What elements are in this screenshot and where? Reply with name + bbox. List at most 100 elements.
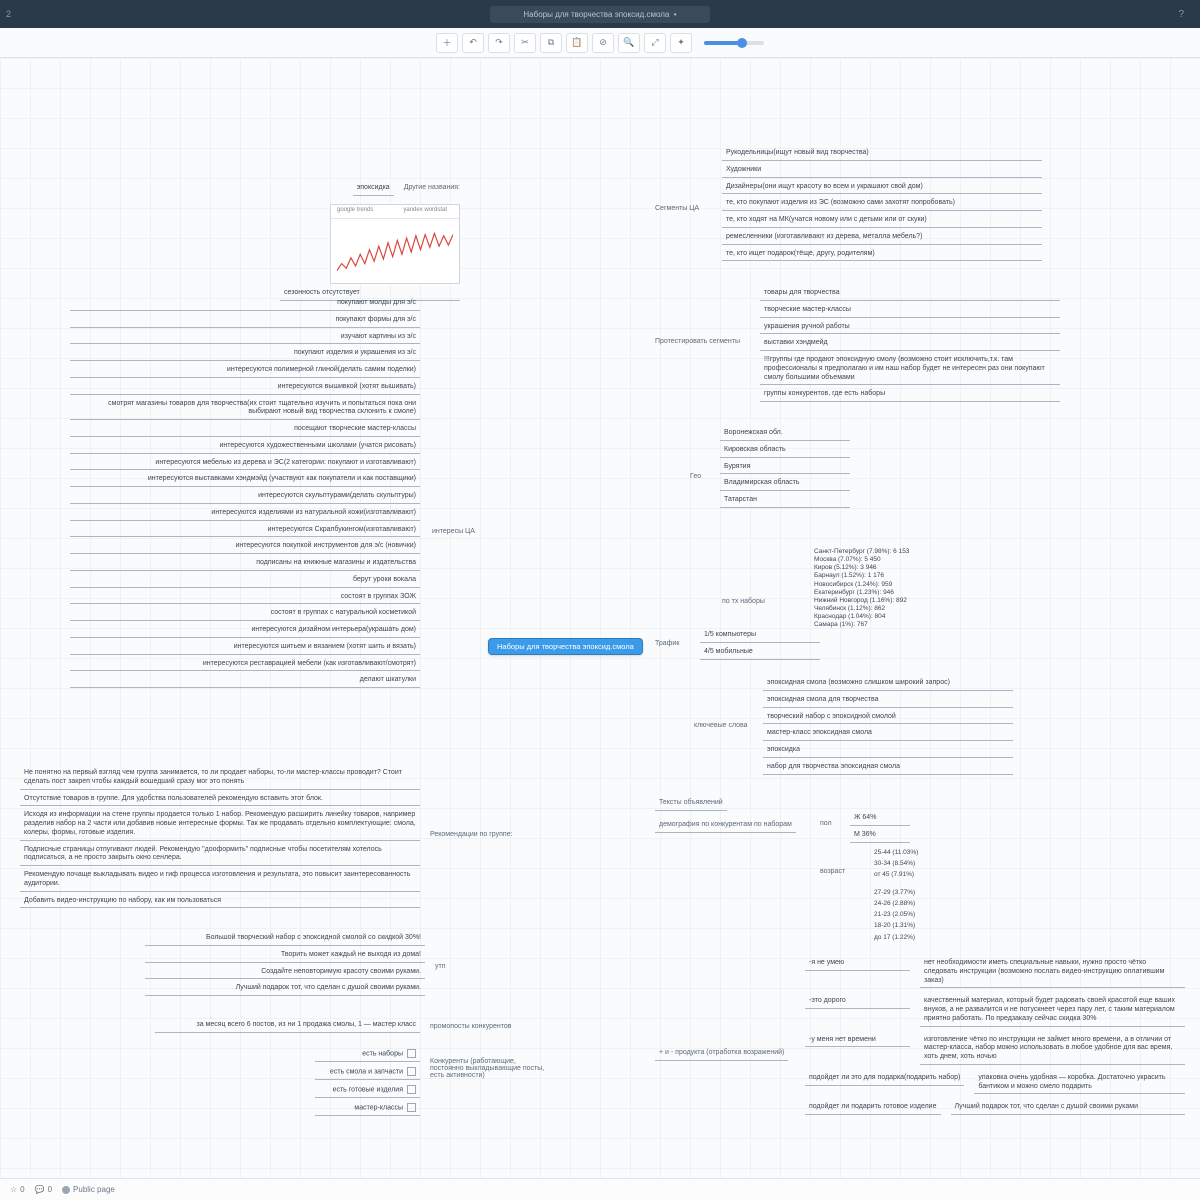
list-item[interactable]: Рукодельницы(ищут новый вид творчества) bbox=[722, 148, 1042, 161]
list-item[interactable]: до 17 (1.22%) bbox=[870, 933, 960, 944]
list-item[interactable]: интересуются мебелью из дерева и ЭС(2 ка… bbox=[70, 458, 420, 471]
list-item[interactable]: те, кто ходят на МК(учатся новому или с … bbox=[722, 215, 1042, 228]
list-item[interactable]: состоят в группах ЗОЖ bbox=[70, 592, 420, 605]
list-item[interactable]: делают шкатулки bbox=[70, 675, 420, 688]
list-item[interactable]: украшения ручной работы bbox=[760, 322, 1060, 335]
list-item[interactable]: Большой творческий набор с эпоксидной см… bbox=[145, 933, 425, 946]
objection-value[interactable]: качественный материал, который будет рад… bbox=[920, 996, 1185, 1026]
list-item[interactable]: мастер-класс эпоксидная смола bbox=[763, 728, 1013, 741]
list-item[interactable]: Краснодар (1.04%): 804 bbox=[810, 613, 970, 621]
list-item[interactable]: интересуются художественными школами (уч… bbox=[70, 441, 420, 454]
zoom-slider[interactable] bbox=[704, 41, 764, 45]
list-item[interactable]: смотрят магазины товаров для творчества(… bbox=[70, 399, 420, 421]
list-item[interactable]: Киров (5.12%): 3 946 bbox=[810, 564, 970, 572]
ad-texts-label[interactable]: Тексты объявлений bbox=[655, 798, 727, 811]
list-item[interactable]: посещают творческие мастер-классы bbox=[70, 424, 420, 437]
list-item[interactable]: интересуются скульптурами(делать скульпт… bbox=[70, 491, 420, 504]
list-item[interactable]: Дизайнеры(они ищут красоту во всем и укр… bbox=[722, 182, 1042, 195]
list-item[interactable]: 4/5 мобильные bbox=[700, 647, 820, 660]
list-item[interactable]: интересуются реставрацией мебели (как из… bbox=[70, 659, 420, 672]
list-item[interactable]: интересуются выставками хэндмэйд (участв… bbox=[70, 474, 420, 487]
list-item[interactable]: Художники bbox=[722, 165, 1042, 178]
expand-button[interactable]: ⤢ bbox=[644, 33, 666, 53]
list-item[interactable]: творческий набор с эпоксидной смолой bbox=[763, 712, 1013, 725]
list-item[interactable]: покупают формы для э/с bbox=[70, 315, 420, 328]
list-item[interactable]: мастер-классы bbox=[315, 1102, 420, 1116]
list-item[interactable]: Новосибирск (1.24%): 959 bbox=[810, 581, 970, 589]
document-title-input[interactable] bbox=[490, 6, 710, 23]
list-item[interactable]: 1/5 компьютеры bbox=[700, 630, 820, 643]
objection-value[interactable]: изготовление чётко по инструкции не займ… bbox=[920, 1035, 1185, 1065]
list-item[interactable]: покупают изделия и украшения из э/с bbox=[70, 348, 420, 361]
list-item[interactable]: Татарстан bbox=[720, 495, 850, 508]
promopost-item[interactable]: за месяц всего 6 постов, из ни 1 продажа… bbox=[155, 1020, 420, 1033]
list-item[interactable]: ремесленники (изготавливают из дерева, м… bbox=[722, 232, 1042, 245]
list-item[interactable]: Екатеринбург (1.23%): 946 bbox=[810, 589, 970, 597]
list-item[interactable]: есть наборы bbox=[315, 1048, 420, 1062]
list-item[interactable]: 24-26 (2.88%) bbox=[870, 899, 960, 910]
list-item[interactable]: интересуются полимерной глиной(делать са… bbox=[70, 365, 420, 378]
list-item[interactable]: выставки хэндмейд bbox=[760, 338, 1060, 351]
list-item[interactable]: Воронежская обл. bbox=[720, 428, 850, 441]
list-item[interactable]: Исходя из информации на стене группы про… bbox=[20, 810, 420, 840]
list-item[interactable]: эпоксидная смола (возможно слишком широк… bbox=[763, 678, 1013, 691]
objection-key[interactable]: -у меня нет времени bbox=[805, 1035, 910, 1048]
objection-key[interactable]: подойдет ли это для подарка(подарить наб… bbox=[805, 1073, 964, 1086]
paste-button[interactable]: 📋 bbox=[566, 33, 588, 53]
demography-label[interactable]: демография по конкурентам по наборам bbox=[655, 820, 796, 833]
list-item[interactable]: Подписные страницы отпугивают людей. Рек… bbox=[20, 845, 420, 867]
list-item[interactable]: Творить может каждый не выходя из дома! bbox=[145, 950, 425, 963]
list-item[interactable]: Создайте неповторимую красоту своими рук… bbox=[145, 967, 425, 980]
objection-value[interactable]: Лучший подарок тот, что сделан с душой с… bbox=[951, 1102, 1186, 1115]
list-item[interactable]: Челябинск (1.12%): 862 bbox=[810, 605, 970, 613]
list-item[interactable]: 30-34 (8.54%) bbox=[870, 859, 960, 870]
help-icon[interactable]: ? bbox=[1178, 9, 1184, 20]
objection-value[interactable]: упаковка очень удобная — коробка. Достат… bbox=[974, 1073, 1185, 1095]
undo-button[interactable]: ↶ bbox=[462, 33, 484, 53]
list-item[interactable]: эпоксидная смола для творчества bbox=[763, 695, 1013, 708]
list-item[interactable]: группы конкурентов, где есть наборы bbox=[760, 389, 1060, 402]
list-item[interactable]: есть смола и запчасти bbox=[315, 1066, 420, 1080]
list-item[interactable]: Санкт-Петербург (7.98%): 6 153 bbox=[810, 548, 970, 556]
list-item[interactable]: есть готовые изделия bbox=[315, 1084, 420, 1098]
seasonality-thumbnail[interactable]: google trendsyandex wordstat bbox=[330, 204, 460, 284]
search-button[interactable]: 🔍 bbox=[618, 33, 640, 53]
list-item[interactable]: Добавить видео-инструкцию по набору, как… bbox=[20, 896, 420, 909]
add-node-button[interactable]: ＋ bbox=[436, 33, 458, 53]
list-item[interactable]: Владимирская область bbox=[720, 478, 850, 491]
list-item[interactable]: Не понятно на первый взгляд чем группа з… bbox=[20, 768, 420, 790]
list-item[interactable]: Бурятия bbox=[720, 462, 850, 475]
redo-button[interactable]: ↷ bbox=[488, 33, 510, 53]
list-item[interactable]: интересуются покупкой инструментов для э… bbox=[70, 541, 420, 554]
list-item[interactable]: товары для творчества bbox=[760, 288, 1060, 301]
list-item[interactable]: те, кто ищет подарок(тёще, другу, родите… bbox=[722, 249, 1042, 262]
collapse-button[interactable]: ✦ bbox=[670, 33, 692, 53]
list-item[interactable]: Нижний Новгород (1.16%): 892 bbox=[810, 597, 970, 605]
list-item[interactable]: Кировская область bbox=[720, 445, 850, 458]
list-item[interactable]: Самара (1%): 767 bbox=[810, 621, 970, 629]
list-item[interactable]: 25-44 (11.03%) bbox=[870, 848, 960, 859]
objections-label[interactable]: + и - продукта (отработка возражений) bbox=[655, 1048, 788, 1061]
cut-button[interactable]: ✂ bbox=[514, 33, 536, 53]
list-item[interactable]: изучают картины из э/с bbox=[70, 332, 420, 345]
objection-value[interactable]: нет необходимости иметь специальные навы… bbox=[920, 958, 1185, 988]
list-item[interactable]: 21-23 (2.05%) bbox=[870, 910, 960, 921]
list-item[interactable]: 18-20 (1.31%) bbox=[870, 921, 960, 932]
objection-key[interactable]: -это дорого bbox=[805, 996, 910, 1009]
list-item[interactable]: Лучший подарок тот, что сделан с душой с… bbox=[145, 983, 425, 996]
list-item[interactable]: подписаны на книжные магазины и издатель… bbox=[70, 558, 420, 571]
list-item[interactable]: Москва (7.07%): 5 450 bbox=[810, 556, 970, 564]
list-item[interactable]: Ж 64% bbox=[850, 813, 910, 826]
objection-key[interactable]: -я не умею bbox=[805, 958, 910, 971]
list-item[interactable]: интересуются вышивкой (хотят вышивать) bbox=[70, 382, 420, 395]
other-name-item[interactable]: эпоксидка bbox=[353, 183, 394, 196]
list-item[interactable]: интересуются шитьем и вязанием (хотят ши… bbox=[70, 642, 420, 655]
list-item[interactable]: от 45 (7.91%) bbox=[870, 870, 960, 881]
list-item[interactable]: берут уроки вокала bbox=[70, 575, 420, 588]
list-item[interactable]: !!!группы где продают эпоксидную смолу (… bbox=[760, 355, 1060, 385]
copy-button[interactable]: ⧉ bbox=[540, 33, 562, 53]
public-page-button[interactable]: Public page bbox=[62, 1185, 115, 1194]
link-button[interactable]: ⊘ bbox=[592, 33, 614, 53]
list-item[interactable]: Барнаул (1.52%): 1 176 bbox=[810, 572, 970, 580]
list-item[interactable]: Отсутствие товаров в группе. Для удобств… bbox=[20, 794, 420, 807]
